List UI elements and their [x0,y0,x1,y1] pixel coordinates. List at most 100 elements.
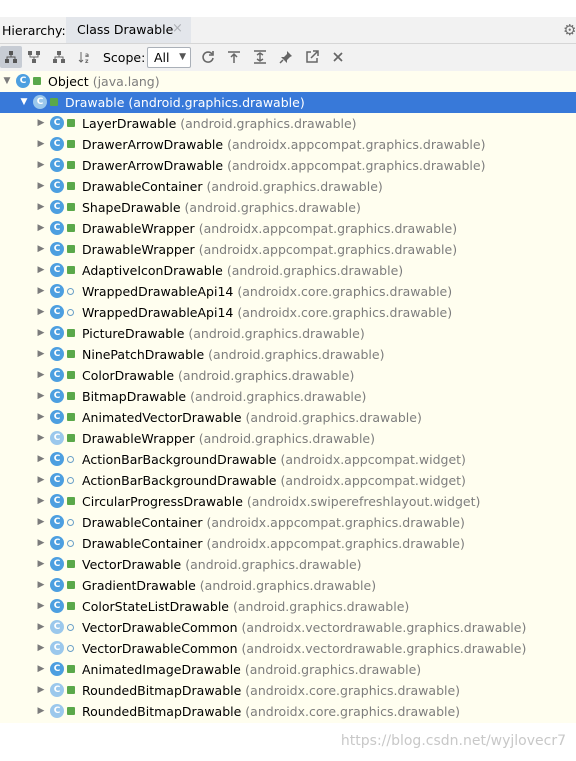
collapse-arrow-icon[interactable]: ▶ [35,113,47,134]
collapse-arrow-icon[interactable]: ▶ [35,491,47,512]
tree-row[interactable]: ▶ C VectorDrawableCommon (androidx.vectord… [0,638,576,659]
class-name: VectorDrawableCommon [82,620,238,635]
tree-row[interactable]: ▶ C AnimatedVectorDrawable (android.graphi… [0,407,576,428]
class-icon: C [50,389,64,403]
pin-icon[interactable] [277,48,295,66]
collapse-arrow-icon[interactable]: ▶ [35,512,47,533]
tree-row[interactable]: ▶ C ActionBarBackgroundDrawable (androidx.… [0,449,576,470]
package-visibility-icon [67,309,74,316]
collapse-arrow-icon[interactable]: ▶ [35,470,47,491]
tree-row[interactable]: ▶ C GradientDrawable (android.graphics.dra… [0,575,576,596]
tree-row[interactable]: ▶ C RoundedBitmapDrawable (androidx.core.g… [0,701,576,722]
collapse-arrow-icon[interactable]: ▶ [35,386,47,407]
tree-row[interactable]: ▶ C CircularProgressDrawable (androidx.swi… [0,491,576,512]
class-icon: C [50,494,64,508]
collapse-arrow-icon[interactable]: ▶ [35,323,47,344]
collapse-arrow-icon[interactable]: ▶ [35,197,47,218]
tree-row[interactable]: ▶ C WrappedDrawableApi14 (androidx.core.gr… [0,302,576,323]
tree-row[interactable]: ▶ C ShapeDrawable (android.graphics.drawab… [0,197,576,218]
collapse-arrow-icon[interactable]: ▶ [35,407,47,428]
collapse-arrow-icon[interactable]: ▶ [35,575,47,596]
collapse-arrow-icon[interactable]: ▶ [35,281,47,302]
tree-row[interactable]: ▶ C WrappedDrawableApi14 (androidx.core.gr… [0,281,576,302]
gear-icon[interactable]: ⚙ [563,21,576,39]
class-icon: C [50,158,64,172]
refresh-icon[interactable] [199,48,217,66]
public-visibility-icon [67,707,75,715]
tree-row[interactable]: ▶ C DrawerArrowDrawable (androidx.appcompa… [0,155,576,176]
collapse-arrow-icon[interactable]: ▶ [35,344,47,365]
collapse-arrow-icon[interactable]: ▶ [35,659,47,680]
tree-row[interactable]: ▶ C ActionBarBackgroundDrawable (androidx.… [0,470,576,491]
close-icon[interactable]: × [172,21,183,36]
tree-row-label: DrawerArrowDrawable (androidx.appcompat.… [82,134,485,155]
tree-row[interactable]: ▶ C VectorDrawable (android.graphics.drawa… [0,554,576,575]
class-name: LayerDrawable [82,116,177,131]
collapse-arrow-icon[interactable]: ▶ [35,533,47,554]
tree-row[interactable]: ▶ C AnimatedImageDrawable (android.graphic… [0,659,576,680]
collapse-arrow-icon[interactable]: ▶ [35,680,47,701]
collapse-arrow-icon[interactable]: ▶ [35,239,47,260]
tree-row-label: VectorDrawable (android.graphics.drawabl… [82,554,362,575]
class-name: AnimatedImageDrawable [82,662,241,677]
collapse-arrow-icon[interactable]: ▶ [35,134,47,155]
collapse-arrow-icon[interactable]: ▶ [35,701,47,722]
class-icon: C [50,410,64,424]
hierarchy-label: Hierarchy: [2,23,66,38]
expand-all-icon[interactable] [251,48,269,66]
tree-row[interactable]: ▶ C DrawerArrowDrawable (androidx.appcompa… [0,134,576,155]
tree-row-label: BitmapDrawable (android.graphics.drawabl… [82,386,366,407]
collapse-arrow-icon[interactable]: ▶ [35,428,47,449]
tree-row[interactable]: ▶ C LayerDrawable (android.graphics.drawab… [0,113,576,134]
collapse-arrow-icon[interactable]: ▶ [35,176,47,197]
tree-row[interactable]: ▶ C DrawableContainer (android.graphics.dr… [0,176,576,197]
tree-row[interactable]: ▶ C PictureDrawable (android.graphics.draw… [0,323,576,344]
collapse-arrow-icon[interactable]: ▶ [35,617,47,638]
expand-arrow-icon[interactable]: ▼ [18,92,30,113]
tree-row-label: DrawableContainer (android.graphics.draw… [82,176,383,197]
supertypes-hierarchy-icon[interactable] [25,48,43,66]
collapse-arrow-icon[interactable]: ▶ [35,218,47,239]
class-icon: C [50,368,64,382]
tree-row[interactable]: ▶ C BitmapDrawable (android.graphics.drawa… [0,386,576,407]
collapse-arrow-icon[interactable]: ▶ [35,155,47,176]
collapse-arrow-icon[interactable]: ▶ [35,554,47,575]
package-name: (androidx.core.graphics.drawable) [237,305,453,320]
tree-row[interactable]: ▼ C Object (java.lang) [0,71,576,92]
class-name: DrawableContainer [82,179,203,194]
tree-row[interactable]: ▶ C ColorDrawable (android.graphics.drawab… [0,365,576,386]
collapse-arrow-icon[interactable]: ▶ [35,449,47,470]
class-name: RoundedBitmapDrawable [82,704,242,719]
collapse-arrow-icon[interactable]: ▶ [35,365,47,386]
tree-row[interactable]: ▶ C ColorStateListDrawable (android.graphi… [0,596,576,617]
tree-row-label: LayerDrawable (android.graphics.drawable… [82,113,357,134]
open-in-new-window-icon[interactable] [303,48,321,66]
collapse-arrow-icon[interactable]: ▶ [35,596,47,617]
subtypes-hierarchy-icon[interactable] [0,46,22,68]
tree-row[interactable]: ▶ C DrawableWrapper (android.graphics.draw… [0,428,576,449]
expand-arrow-icon[interactable]: ▼ [1,71,13,92]
tree-row[interactable]: ▶ C AdaptiveIconDrawable (android.graphics… [0,260,576,281]
scope-select[interactable]: All ▼ [147,47,191,68]
tree-row[interactable]: ▶ C NinePatchDrawable (android.graphics.dr… [0,344,576,365]
close-panel-icon[interactable] [329,48,347,66]
export-icon[interactable] [225,48,243,66]
tree-row[interactable]: ▶ C DrawableWrapper (androidx.appcompat.gr… [0,239,576,260]
tree-row[interactable]: ▼ C Drawable (android.graphics.drawable) [0,92,576,113]
collapse-arrow-icon[interactable]: ▶ [35,638,47,659]
tree-row[interactable]: ▶ C VectorDrawableCommon (androidx.vectord… [0,617,576,638]
package-name: (android.graphics.drawable) [244,662,422,677]
tree-row-label: VectorDrawableCommon (androidx.vectordra… [82,617,526,638]
tree-row[interactable]: ▶ C DrawableContainer (androidx.appcompat.… [0,512,576,533]
collapse-arrow-icon[interactable]: ▶ [35,302,47,323]
class-hierarchy-icon[interactable] [50,48,68,66]
class-name: DrawableContainer [82,515,203,530]
tree-row[interactable]: ▶ C RoundedBitmapDrawable (androidx.core.g… [0,680,576,701]
toolbar: az Scope: All ▼ [0,44,576,71]
collapse-arrow-icon[interactable]: ▶ [35,260,47,281]
sort-alphabetically-icon[interactable]: az [76,48,94,66]
tree-row[interactable]: ▶ C DrawableContainer (androidx.appcompat.… [0,533,576,554]
tree-row[interactable]: ▶ C DrawableWrapper (androidx.appcompat.gr… [0,218,576,239]
abstract-class-icon: C [50,704,64,718]
abstract-class-icon: C [50,641,64,655]
